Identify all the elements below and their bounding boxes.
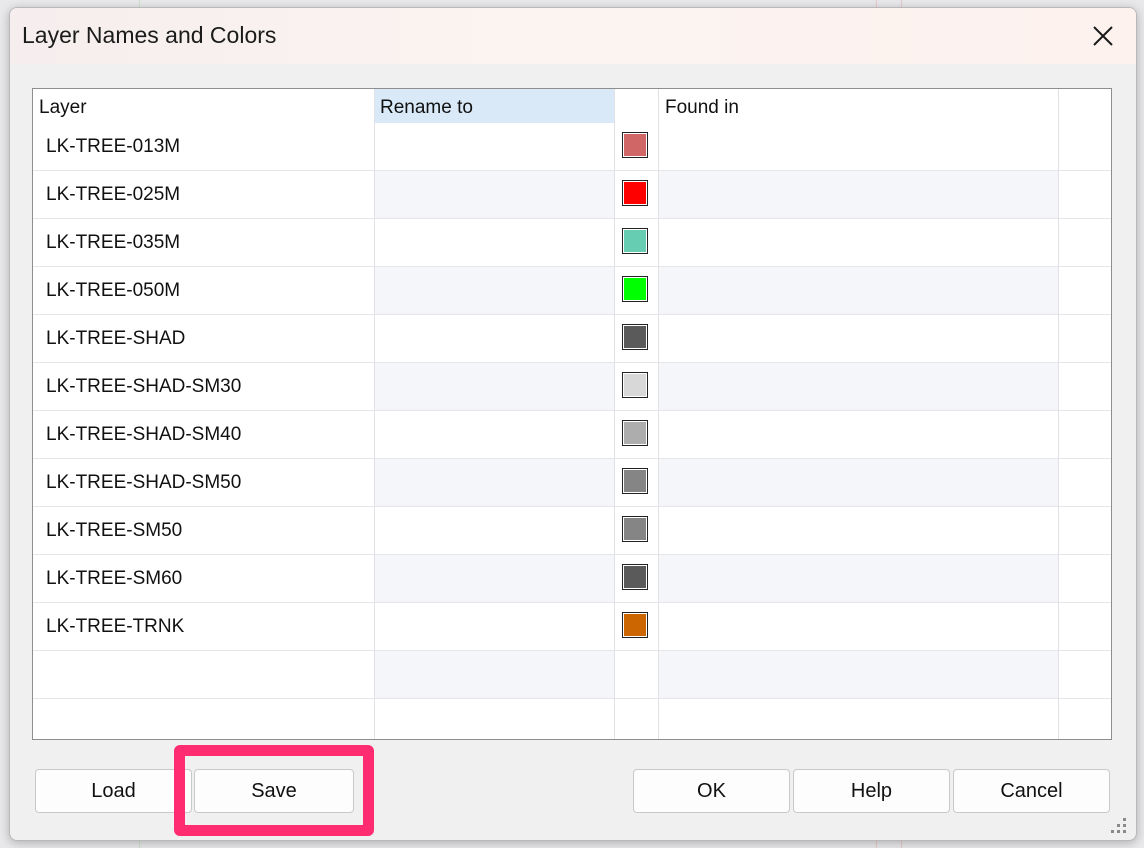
found-in-cell xyxy=(659,411,1059,458)
column-header-layer[interactable]: Layer xyxy=(33,89,373,123)
help-button[interactable]: Help xyxy=(793,769,950,813)
layer-name-cell: LK-TREE-SHAD-SM30 xyxy=(46,376,242,397)
rename-cell[interactable] xyxy=(374,411,614,458)
layer-name-cell: LK-TREE-025M xyxy=(46,184,181,205)
column-header-rename[interactable]: Rename to xyxy=(374,89,614,123)
rename-cell[interactable] xyxy=(374,459,614,506)
table-row[interactable]: LK-TREE-SM50 xyxy=(33,507,1111,555)
rename-cell[interactable] xyxy=(374,363,614,410)
found-in-cell xyxy=(659,171,1059,218)
table-row[interactable]: LK-TREE-SM60 xyxy=(33,555,1111,603)
color-swatch-fill xyxy=(624,374,646,396)
rename-cell[interactable] xyxy=(374,219,614,266)
table-row[interactable]: LK-TREE-SHAD-SM30 xyxy=(33,363,1111,411)
found-in-cell xyxy=(659,555,1059,602)
rename-cell[interactable] xyxy=(374,507,614,554)
color-swatch-fill xyxy=(624,326,646,348)
color-swatch[interactable] xyxy=(622,276,648,302)
found-in-cell xyxy=(659,363,1059,410)
color-swatch[interactable] xyxy=(622,132,648,158)
empty-table-row[interactable] xyxy=(33,651,1111,699)
color-swatch[interactable] xyxy=(622,420,648,446)
color-swatch-fill xyxy=(624,518,646,540)
found-in-cell xyxy=(659,603,1059,650)
color-swatch-fill xyxy=(624,134,646,156)
color-swatch[interactable] xyxy=(622,612,648,638)
color-swatch-fill xyxy=(624,422,646,444)
color-swatch[interactable] xyxy=(622,372,648,398)
table-row[interactable]: LK-TREE-013M xyxy=(33,123,1111,171)
title-bar: Layer Names and Colors xyxy=(10,8,1136,64)
empty-table-row[interactable] xyxy=(33,699,1111,739)
color-swatch-fill xyxy=(624,470,646,492)
column-divider xyxy=(614,89,615,739)
found-in-cell xyxy=(659,699,1059,739)
table-row[interactable]: LK-TREE-050M xyxy=(33,267,1111,315)
column-header-found[interactable]: Found in xyxy=(659,89,1059,123)
column-divider xyxy=(658,89,659,739)
layer-name-cell: LK-TREE-SHAD xyxy=(46,328,186,349)
layer-names-dialog: Layer Names and Colors Layer Rename to F… xyxy=(9,7,1137,841)
found-in-cell xyxy=(659,315,1059,362)
ok-button[interactable]: OK xyxy=(633,769,790,813)
table-row[interactable]: LK-TREE-SHAD-SM40 xyxy=(33,411,1111,459)
layer-name-cell: LK-TREE-TRNK xyxy=(46,616,185,637)
layer-name-cell: LK-TREE-013M xyxy=(46,136,181,157)
color-swatch[interactable] xyxy=(622,324,648,350)
color-swatch[interactable] xyxy=(622,228,648,254)
dialog-title: Layer Names and Colors xyxy=(22,22,277,48)
column-header-color[interactable] xyxy=(615,89,658,123)
color-swatch[interactable] xyxy=(622,180,648,206)
color-swatch-fill xyxy=(624,278,646,300)
table-row[interactable]: LK-TREE-025M xyxy=(33,171,1111,219)
found-in-cell xyxy=(659,507,1059,554)
found-in-cell xyxy=(659,267,1059,314)
rename-cell[interactable] xyxy=(374,699,614,739)
load-button[interactable]: Load xyxy=(35,769,192,813)
cancel-button[interactable]: Cancel xyxy=(953,769,1110,813)
save-button-highlight xyxy=(174,745,374,836)
table-row[interactable]: LK-TREE-035M xyxy=(33,219,1111,267)
found-in-cell xyxy=(659,459,1059,506)
close-button[interactable] xyxy=(1070,8,1136,64)
rename-cell[interactable] xyxy=(374,315,614,362)
color-swatch-fill xyxy=(624,614,646,636)
layer-name-cell: LK-TREE-SM50 xyxy=(46,520,183,541)
layer-name-cell: LK-TREE-035M xyxy=(46,232,181,253)
table-row[interactable]: LK-TREE-SHAD-SM50 xyxy=(33,459,1111,507)
layer-name-cell: LK-TREE-050M xyxy=(46,280,181,301)
close-icon xyxy=(1093,26,1113,46)
table-row[interactable]: LK-TREE-TRNK xyxy=(33,603,1111,651)
column-divider xyxy=(374,89,375,739)
color-swatch[interactable] xyxy=(622,516,648,542)
color-swatch[interactable] xyxy=(622,564,648,590)
rename-cell[interactable] xyxy=(374,603,614,650)
found-in-cell xyxy=(659,123,1059,170)
layer-name-cell: LK-TREE-SHAD-SM50 xyxy=(46,472,242,493)
rename-cell[interactable] xyxy=(374,171,614,218)
rename-cell[interactable] xyxy=(374,651,614,698)
layer-grid[interactable]: Layer Rename to Found in LK-TREE-013M LK-… xyxy=(32,88,1112,740)
color-swatch-fill xyxy=(624,566,646,588)
resize-grip-icon[interactable] xyxy=(1107,814,1129,836)
color-swatch[interactable] xyxy=(622,468,648,494)
color-swatch-fill xyxy=(624,182,646,204)
color-swatch-fill xyxy=(624,230,646,252)
rename-cell[interactable] xyxy=(374,555,614,602)
found-in-cell xyxy=(659,219,1059,266)
found-in-cell xyxy=(659,651,1059,698)
table-row[interactable]: LK-TREE-SHAD xyxy=(33,315,1111,363)
rename-cell[interactable] xyxy=(374,123,614,170)
column-divider xyxy=(1058,89,1059,739)
rename-cell[interactable] xyxy=(374,267,614,314)
layer-name-cell: LK-TREE-SHAD-SM40 xyxy=(46,424,242,445)
layer-name-cell: LK-TREE-SM60 xyxy=(46,568,183,589)
